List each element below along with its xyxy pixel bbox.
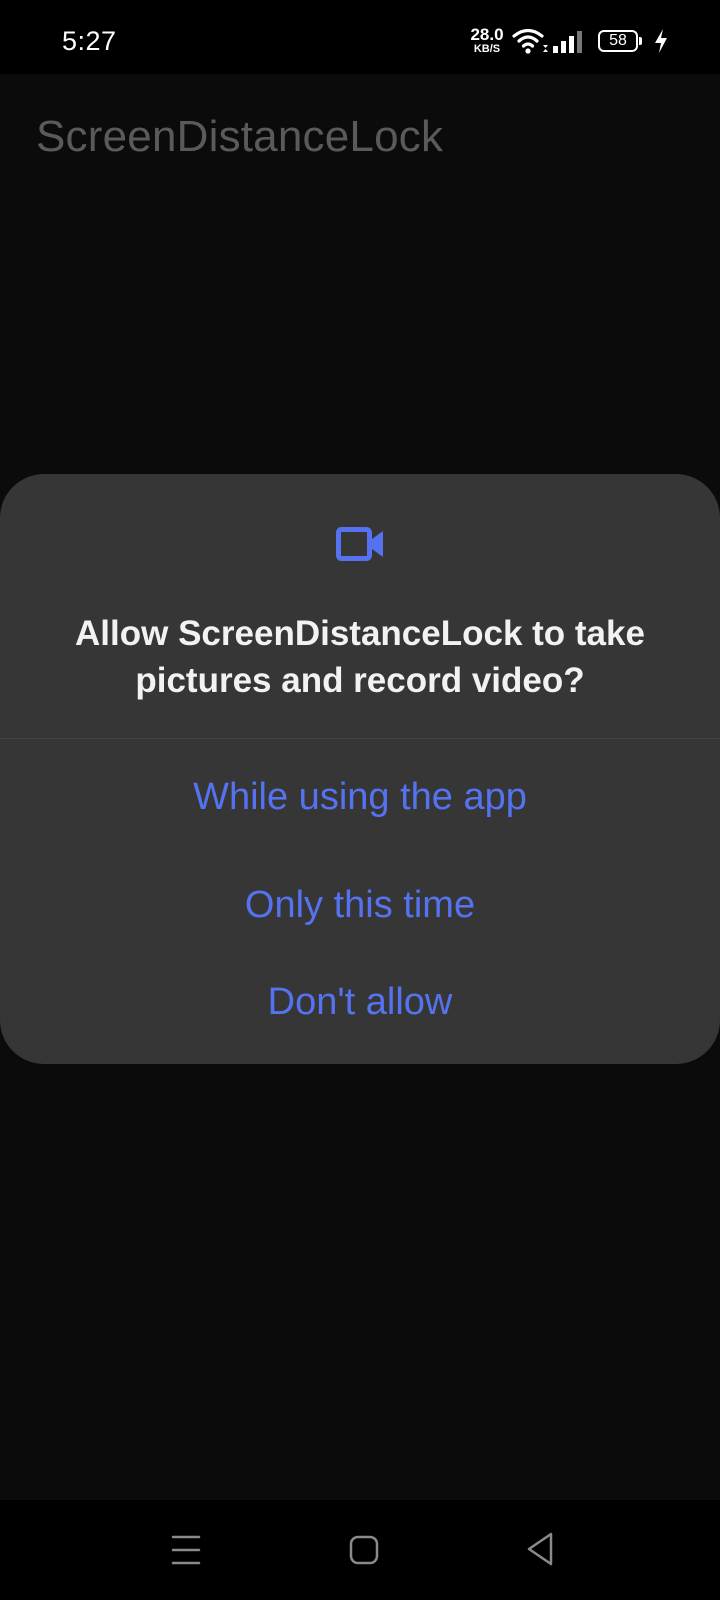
only-this-time-button[interactable]: Only this time — [60, 880, 660, 930]
home-icon[interactable] — [347, 1533, 381, 1567]
permission-dialog: Allow ScreenDistanceLock to take picture… — [0, 474, 720, 1064]
status-bar: 5:27 28.0 KB/S 58 — [0, 0, 720, 74]
recent-apps-icon[interactable] — [170, 1533, 202, 1567]
network-speed-value: 28.0 — [470, 25, 504, 44]
network-speed: 28.0 KB/S — [465, 26, 509, 55]
permission-message: Allow ScreenDistanceLock to take picture… — [75, 614, 645, 700]
app-title: ScreenDistanceLock — [36, 112, 444, 161]
battery-level: 58 — [598, 30, 638, 52]
navigation-bar — [0, 1500, 720, 1600]
while-using-app-button[interactable]: While using the app — [60, 772, 660, 822]
charging-bolt-icon — [655, 29, 667, 53]
back-icon[interactable] — [525, 1531, 555, 1567]
battery-nub — [639, 37, 642, 45]
status-time: 5:27 — [62, 26, 117, 56]
network-speed-unit: KB/S — [473, 43, 501, 55]
phone-screen: 5:27 28.0 KB/S 58 ScreenDistanceLock All… — [0, 0, 720, 1600]
video-camera-icon — [336, 527, 383, 561]
dialog-divider — [0, 738, 720, 739]
wifi-icon — [512, 28, 548, 54]
battery-icon: 58 — [598, 30, 644, 54]
dont-allow-button[interactable]: Don't allow — [60, 977, 660, 1027]
signal-icon — [553, 31, 582, 53]
